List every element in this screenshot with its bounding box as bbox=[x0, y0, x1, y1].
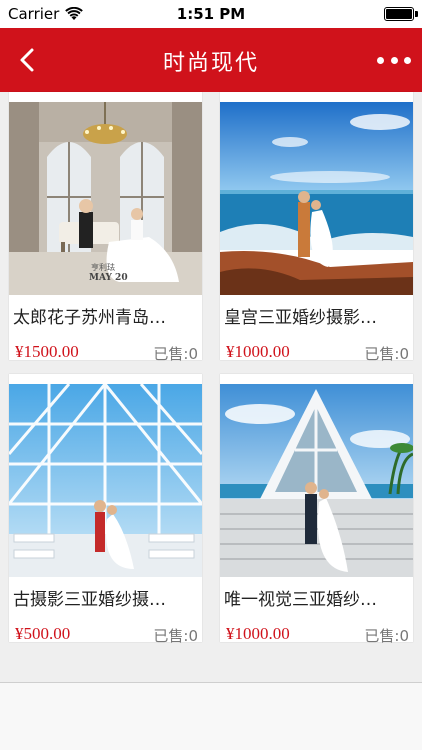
more-button[interactable] bbox=[374, 45, 414, 75]
product-price: ¥1000.00 bbox=[226, 342, 290, 361]
product-price: ¥500.00 bbox=[15, 624, 71, 643]
product-sold-count: 已售:0 bbox=[153, 345, 198, 363]
product-sold-count: 已售:0 bbox=[153, 627, 198, 645]
product-name: 古摄影三亚婚纱摄… bbox=[13, 590, 166, 610]
product-image[interactable] bbox=[220, 384, 413, 577]
photo-watermark: MAY 20 bbox=[89, 273, 128, 283]
product-image[interactable] bbox=[220, 102, 413, 295]
product-image[interactable] bbox=[9, 384, 202, 577]
page-title: 时尚现代 bbox=[162, 51, 259, 76]
product-grid: 亨利珐 MAY 20 太郎花子苏州青岛… ¥1500.00 已售:0 皇宫三亚婚… bbox=[0, 92, 422, 682]
bottom-panel bbox=[0, 682, 422, 750]
product-card[interactable]: 皇宫三亚婚纱摄影… ¥1000.00 已售:0 bbox=[220, 92, 413, 363]
nav-bar: 时尚现代 bbox=[0, 28, 422, 92]
product-price: ¥1500.00 bbox=[15, 342, 79, 361]
product-card[interactable]: 唯一视觉三亚婚纱… ¥1000.00 已售:0 bbox=[220, 374, 413, 645]
battery-icon bbox=[384, 7, 418, 21]
more-dot bbox=[404, 56, 411, 64]
status-bar: Carrier 1:51 PM bbox=[0, 0, 422, 28]
more-dot bbox=[377, 56, 384, 64]
more-dot bbox=[390, 56, 398, 64]
product-price: ¥1000.00 bbox=[226, 624, 290, 643]
product-image[interactable]: 亨利珐 MAY 20 bbox=[9, 102, 202, 295]
product-card[interactable]: 亨利珐 MAY 20 太郎花子苏州青岛… ¥1500.00 已售:0 bbox=[9, 92, 202, 363]
product-card[interactable]: 古摄影三亚婚纱摄… ¥500.00 已售:0 bbox=[9, 374, 202, 645]
product-sold-count: 已售:0 bbox=[364, 627, 409, 645]
product-name: 皇宫三亚婚纱摄影… bbox=[224, 308, 377, 328]
product-sold-count: 已售:0 bbox=[364, 345, 409, 363]
product-name: 唯一视觉三亚婚纱… bbox=[224, 590, 377, 610]
status-time: 1:51 PM bbox=[176, 5, 246, 23]
photo-watermark: 亨利珐 bbox=[91, 262, 115, 272]
product-name: 太郎花子苏州青岛… bbox=[13, 308, 166, 328]
